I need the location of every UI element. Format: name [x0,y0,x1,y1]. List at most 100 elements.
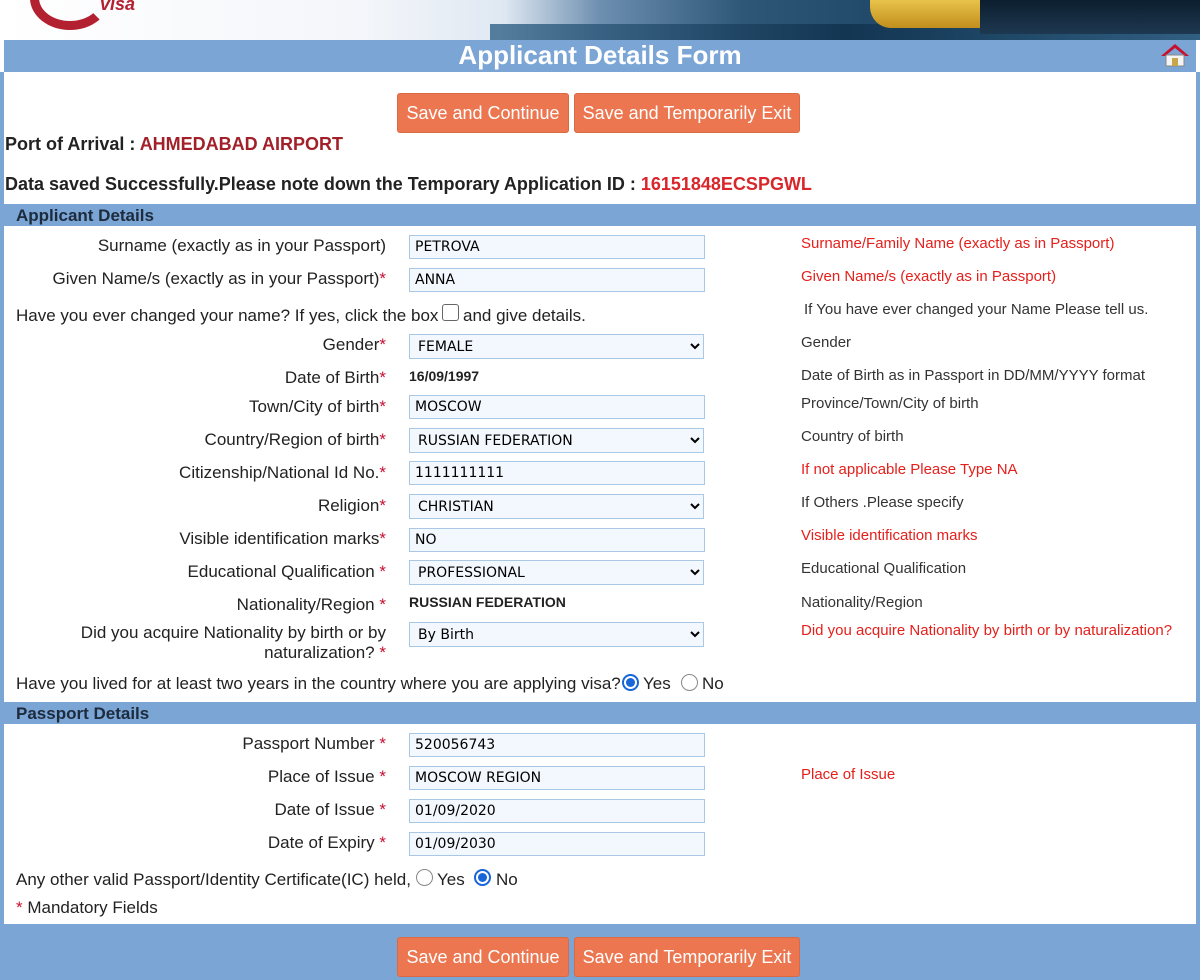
required-mark: * [379,734,386,753]
date-of-expiry-label-text: Date of Expiry [267,833,380,852]
lived-yes-radio[interactable] [622,674,639,691]
surname-label: Surname (exactly as in your Passport) [98,236,386,256]
required-mark: * [379,397,386,416]
mandatory-note: * Mandatory Fields [16,898,158,918]
port-label: Port of Arrival : [5,134,140,154]
town-hint: Province/Town/City of birth [801,395,979,412]
place-of-issue-label: Place of Issue * [268,767,386,787]
passport-number-label-text: Passport Number [242,734,380,753]
evisa-logo-text: visa [100,0,136,14]
citizenship-hint: If not applicable Please Type NA [801,461,1018,478]
nationality-value: RUSSIAN FEDERATION [409,594,566,610]
town-input[interactable] [409,395,705,419]
education-label-text: Educational Qualification [187,562,380,581]
dob-value: 16/09/1997 [409,368,480,384]
required-mark: * [379,833,386,852]
required-mark: * [379,595,386,614]
name-changed-hint: If You have ever changed your Name Pleas… [804,301,1149,318]
form-title-bar: Applicant Details Form [4,40,1196,72]
required-mark: * [379,269,386,288]
required-mark: * [379,529,386,548]
place-of-issue-input[interactable] [409,766,705,790]
given-name-label: Given Name/s (exactly as in your Passpor… [52,269,386,289]
date-of-issue-label-text: Date of Issue [274,800,380,819]
mandatory-star: * [16,898,23,917]
town-label: Town/City of birth* [249,397,386,417]
other-passport-yes-radio[interactable] [416,869,433,886]
religion-hint: If Others .Please specify [801,494,964,511]
country-select[interactable]: RUSSIAN FEDERATION [409,428,704,453]
date-of-issue-input[interactable] [409,799,705,823]
marks-input[interactable] [409,528,705,552]
lived-no-radio[interactable] [681,674,698,691]
nationality-label-text: Nationality/Region [236,595,380,614]
name-changed-question: Have you ever changed your name? If yes,… [16,306,439,325]
required-mark: * [379,800,386,819]
gender-label: Gender* [323,335,386,355]
other-passport-yes-label: Yes [437,870,465,889]
other-passport-no-radio[interactable] [474,869,491,886]
acquire-label-line2: naturalization? [264,643,380,662]
surname-label-text: Surname (exactly as in your Passport) [97,236,386,255]
acquire-select[interactable]: By Birth [409,622,704,647]
section-title: Applicant Details [16,206,154,225]
surname-input[interactable] [409,235,705,259]
religion-select[interactable]: CHRISTIAN [409,494,704,519]
lived-no-label: No [702,674,724,693]
gender-hint: Gender [801,334,852,351]
save-exit-button-top[interactable]: Save and Temporarily Exit [574,93,800,133]
religion-label-text: Religion [317,496,380,515]
name-changed-row: Have you ever changed your name? If yes,… [16,306,438,326]
nationality-hint: Nationality/Region [801,594,923,611]
name-changed-after: and give details. [463,306,586,325]
required-mark: * [379,368,386,387]
passport-number-label: Passport Number * [242,734,386,754]
citizenship-input[interactable] [409,461,705,485]
port-value: AHMEDABAD AIRPORT [139,134,344,154]
passport-number-input[interactable] [409,733,705,757]
dob-label-text: Date of Birth [284,368,380,387]
acquire-label: Did you acquire Nationality by birth or … [81,623,386,663]
date-of-expiry-input[interactable] [409,832,705,856]
dob-hint: Date of Birth as in Passport in DD/MM/YY… [801,367,1146,384]
required-mark: * [379,562,386,581]
place-of-issue-label-text: Place of Issue [267,767,380,786]
education-label: Educational Qualification * [188,562,386,582]
save-exit-button-bottom[interactable]: Save and Temporarily Exit [574,937,800,977]
education-select[interactable]: PROFESSIONAL [409,560,704,585]
country-label: Country/Region of birth* [205,430,386,450]
section-applicant-details: Applicant Details [4,204,1196,226]
religion-label: Religion* [318,496,386,516]
section-passport-details: Passport Details [4,702,1196,724]
gender-select[interactable]: FEMALE [409,334,704,359]
acquire-hint: Did you acquire Nationality by birth or … [801,622,1173,639]
lived-question: Have you lived for at least two years in… [16,674,621,693]
banner-roof-image [980,0,1200,34]
dob-label: Date of Birth* [285,368,386,388]
required-mark: * [379,767,386,786]
nationality-label: Nationality/Region * [237,595,386,615]
save-continue-button-bottom[interactable]: Save and Continue [397,937,569,977]
save-continue-button-top[interactable]: Save and Continue [397,93,569,133]
evisa-logo [30,0,110,30]
required-mark: * [379,463,386,482]
saved-text: Data saved Successfully.Please note down… [5,174,641,194]
section-title: Passport Details [16,704,150,723]
other-passport-question: Any other valid Passport/Identity Certif… [16,870,411,889]
country-label-text: Country/Region of birth [204,430,380,449]
acquire-label-line1: Did you acquire Nationality by birth or … [80,623,386,642]
place-of-issue-hint: Place of Issue [801,766,896,783]
lived-yes-label: Yes [643,674,671,693]
town-label-text: Town/City of birth [248,397,380,416]
temporary-application-id: 16151848ECSPGWL [640,174,812,194]
given-name-input[interactable] [409,268,705,292]
site-banner: visa [0,0,1200,40]
required-mark: * [379,643,386,662]
home-icon[interactable] [1160,42,1190,68]
given-name-label-text: Given Name/s (exactly as in your Passpor… [52,269,380,288]
other-passport-no-label: No [496,870,518,889]
given-name-hint: Given Name/s (exactly as in Passport) [801,268,1057,285]
country-hint: Country of birth [801,428,904,445]
required-mark: * [379,496,386,515]
name-changed-checkbox[interactable] [442,304,459,321]
